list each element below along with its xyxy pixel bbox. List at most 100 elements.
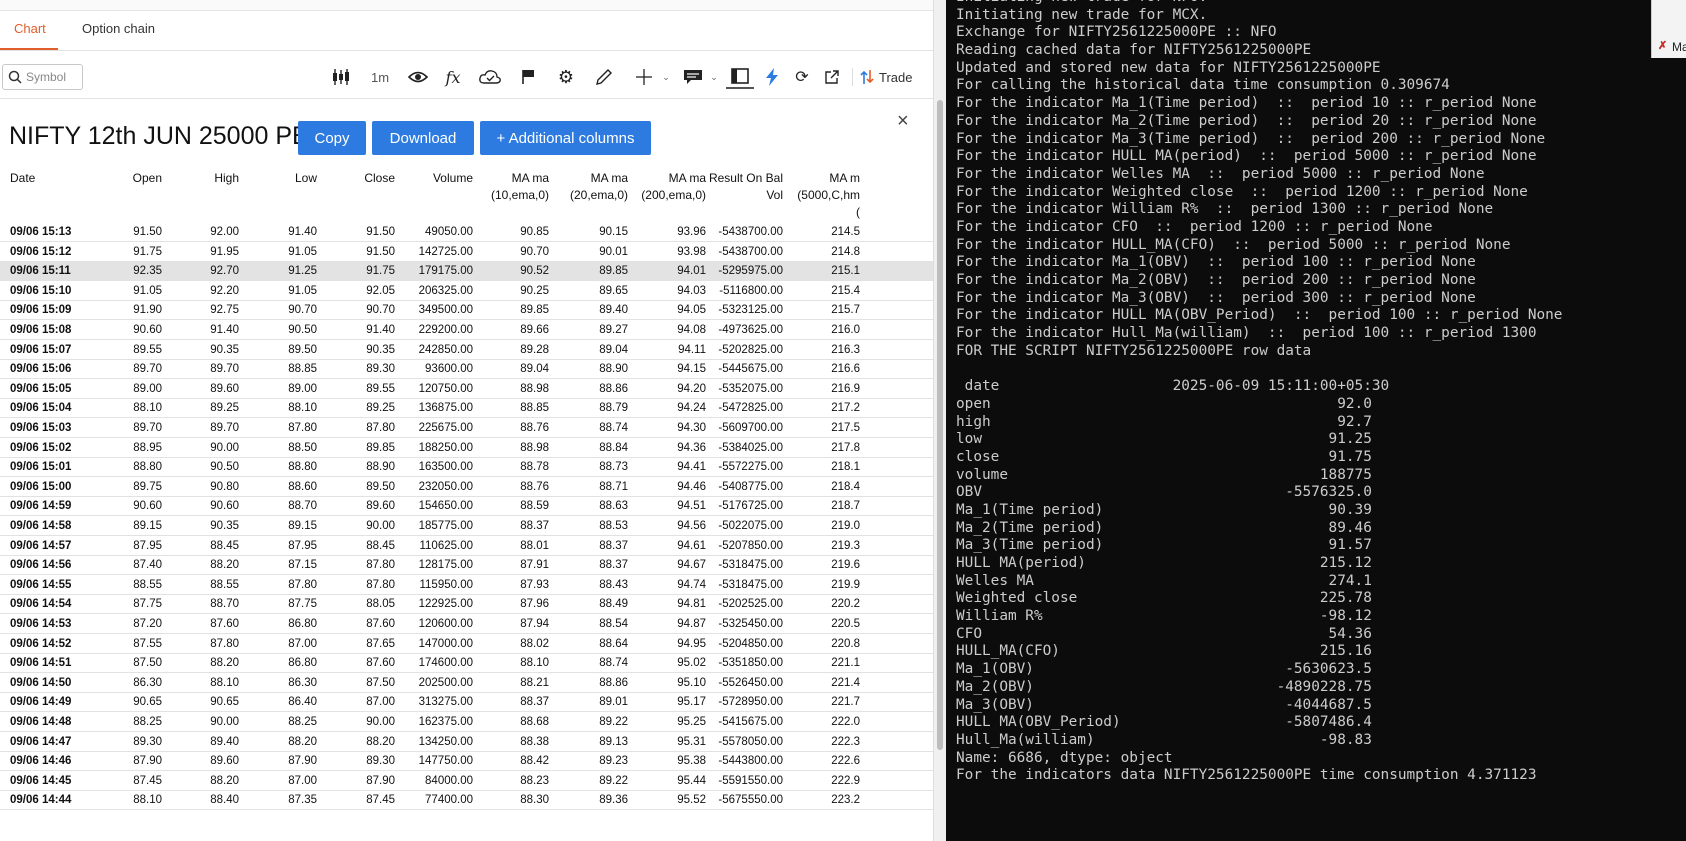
additional-columns-button[interactable]: + Additional columns xyxy=(480,121,651,155)
terminal-line: Initiating new trade for MCX. xyxy=(956,6,1208,23)
terminal-line: Ma_3(Time period) 91.57 xyxy=(956,537,1372,554)
column-header-line: Date xyxy=(10,171,36,185)
table-icon[interactable] xyxy=(726,65,754,89)
pane-splitter[interactable] xyxy=(933,0,946,841)
table-cell: 219.3 xyxy=(831,539,860,552)
table-row[interactable]: 09/06 14:56 87.40 88.20 87.15 87.80 128175.00… xyxy=(0,556,933,576)
toolbar-divider xyxy=(852,68,853,86)
table-cell: 216.0 xyxy=(831,324,860,336)
popout-icon[interactable] xyxy=(820,65,844,89)
terminal-line: HULL MA(period) 215.12 xyxy=(956,555,1372,571)
table-row[interactable]: 09/06 14:54 87.75 88.70 87.75 88.05 122925.00… xyxy=(0,595,933,615)
candles-icon[interactable] xyxy=(329,65,353,89)
table-row[interactable]: 09/06 14:51 87.50 88.20 86.80 87.60 174600.00… xyxy=(0,654,933,674)
bolt-icon[interactable] xyxy=(760,65,784,89)
terminal-line: For the indicator HULL MA(period) :: per… xyxy=(956,148,1537,165)
table-cell: 222.0 xyxy=(831,716,860,728)
table-row[interactable]: 09/06 14:48 88.25 90.00 88.25 90.00 162375.00… xyxy=(0,713,933,732)
table-row[interactable]: 09/06 14:46 87.90 89.60 87.90 89.30 147750.00… xyxy=(0,752,933,772)
symbol-input[interactable] xyxy=(26,68,81,86)
scrollbar-thumb[interactable] xyxy=(937,100,943,750)
table-row[interactable]: 09/06 15:06 89.70 89.70 88.85 89.30 93600.00 8… xyxy=(0,360,933,380)
terminal-line: Hull_Ma(william) -98.83 xyxy=(956,731,1372,748)
flag-icon[interactable] xyxy=(516,65,540,89)
terminal-line: CFO 54.36 xyxy=(956,625,1372,642)
table-row[interactable]: 09/06 14:55 88.55 88.55 87.80 87.80 115950.00… xyxy=(0,576,933,595)
terminal-line: Ma_3(OBV) -4044687.5 xyxy=(956,696,1372,713)
table-row[interactable]: 09/06 15:07 89.55 90.35 89.50 90.35 242850.00… xyxy=(0,341,933,360)
table-row[interactable]: 09/06 14:49 90.65 90.65 86.40 87.00 313275.00… xyxy=(0,693,933,713)
data-window-modal: NIFTY 12th JUN 25000 PE Copy Download + … xyxy=(0,100,933,841)
table-row[interactable]: 09/06 15:13 91.50 92.00 91.40 91.50 49050.00 9… xyxy=(0,223,933,242)
table-row[interactable]: 09/06 15:01 88.80 90.50 88.80 88.90 163500.00… xyxy=(0,458,933,478)
terminal-line: close 91.75 xyxy=(956,448,1372,465)
refresh-icon[interactable]: ⟳ xyxy=(790,65,814,89)
table-row[interactable]: 09/06 15:03 89.70 89.70 87.80 87.80 225675.00… xyxy=(0,419,933,438)
crosshair-icon[interactable] xyxy=(632,65,656,89)
terminal-line: OBV -5576325.0 xyxy=(956,484,1372,501)
terminal-output: Initiating new trade for NFO.Initiating … xyxy=(956,0,1562,784)
table-row[interactable]: 09/06 15:11 92.35 92.70 91.25 91.75 179175.00… xyxy=(0,262,933,282)
symbol-search[interactable] xyxy=(2,64,83,90)
table-row[interactable]: 09/06 15:12 91.75 91.95 91.05 91.50 142725.00… xyxy=(0,243,933,262)
chart-toolbar: 1m 𝑓x ⚙ ⌄ ⌄ xyxy=(0,54,940,99)
chat-icon[interactable] xyxy=(681,65,705,89)
terminal-line: For the indicator Weighted close :: peri… xyxy=(956,183,1528,200)
table-row[interactable]: 09/06 15:10 91.05 92.20 91.05 92.05 206325.00… xyxy=(0,282,933,301)
table-row[interactable]: 09/06 14:44 88.10 88.40 87.35 87.45 77400.00 8… xyxy=(0,791,933,811)
terminal-line: Reading cached data for NIFTY2561225000P… xyxy=(956,42,1312,59)
table-row[interactable]: 09/06 14:45 87.45 88.20 87.00 87.90 84000.00 8… xyxy=(0,772,933,791)
chevron-down-icon[interactable]: ⌄ xyxy=(661,65,671,89)
pencil-icon[interactable] xyxy=(592,65,616,89)
terminal-line: For the indicator HULL_MA(CFO) :: period… xyxy=(956,236,1511,253)
table-row[interactable]: 09/06 14:50 86.30 88.10 86.30 87.50 202500.00… xyxy=(0,674,933,693)
terminal-line: Ma_1(Time period) 90.39 xyxy=(956,501,1372,518)
table-cell: 220.8 xyxy=(831,637,860,650)
table-cell: 217.2 xyxy=(831,402,860,415)
table-row[interactable]: 09/06 14:47 89.30 89.40 88.20 88.20 134250.00… xyxy=(0,733,933,752)
terminal-line: Weighted close 225.78 xyxy=(956,590,1372,607)
terminal-line: high 92.7 xyxy=(956,413,1372,430)
terminal-line: For the indicator Hull_Ma(william) :: pe… xyxy=(956,325,1537,342)
table-row[interactable]: 09/06 14:57 87.95 88.45 87.95 88.45 110625.00… xyxy=(0,537,933,556)
terminal-line: For the indicator Ma_2(OBV) :: period 20… xyxy=(956,272,1476,288)
gear-icon[interactable]: ⚙ xyxy=(554,65,578,89)
table-row[interactable]: 09/06 15:04 88.10 89.25 88.10 89.25 136875.00… xyxy=(0,399,933,419)
taskbar-badge[interactable]: ✗ Ma xyxy=(1651,0,1686,58)
terminal-line: Welles MA 274.1 xyxy=(956,572,1372,589)
table-row[interactable]: 09/06 14:52 87.55 87.80 87.00 87.65 147000.00… xyxy=(0,635,933,654)
column-header[interactable]: MA m (5000,C,hm ( xyxy=(750,170,860,221)
alert-icon[interactable] xyxy=(478,65,502,89)
column-header-line: MA m xyxy=(829,171,860,185)
table-row[interactable]: 09/06 14:58 89.15 90.35 89.15 90.00 185775.00… xyxy=(0,517,933,536)
fx-icon[interactable]: 𝑓x xyxy=(441,65,465,89)
table-row[interactable]: 09/06 15:05 89.00 89.60 89.00 89.55 120750.00… xyxy=(0,380,933,399)
eye-icon[interactable] xyxy=(406,65,430,89)
trade-icon xyxy=(860,70,874,84)
tab-chart[interactable]: Chart xyxy=(14,21,46,36)
chevron-down-icon[interactable]: ⌄ xyxy=(709,65,719,89)
active-tab-indicator xyxy=(0,48,58,50)
terminal-line: Ma_2(OBV) -4890228.75 xyxy=(956,678,1372,695)
table-row[interactable]: 09/06 15:08 90.60 91.40 90.50 91.40 229200.00… xyxy=(0,321,933,340)
terminal-line: For calling the historical data time con… xyxy=(956,77,1450,94)
table-row[interactable]: 09/06 15:00 89.75 90.80 88.60 89.50 232050.00… xyxy=(0,478,933,497)
trade-label: Trade xyxy=(879,69,913,85)
column-header[interactable]: Date xyxy=(10,170,35,187)
table-row[interactable]: 09/06 15:02 88.95 90.00 88.50 89.85 188250.00… xyxy=(0,439,933,458)
trade-button[interactable]: Trade xyxy=(860,65,912,89)
table-cell: 215.4 xyxy=(831,284,860,297)
tab-option-chain[interactable]: Option chain xyxy=(82,21,155,36)
terminal-line: For the indicator CFO :: period 1200 :: … xyxy=(956,218,1433,235)
download-button[interactable]: Download xyxy=(372,121,474,155)
table-row[interactable]: 09/06 14:59 90.60 90.60 88.70 89.60 154650.00… xyxy=(0,497,933,517)
table-row[interactable]: 09/06 14:53 87.20 87.60 86.80 87.60 120600.00… xyxy=(0,615,933,634)
close-icon[interactable]: × xyxy=(897,110,909,133)
table-row[interactable]: 09/06 15:09 91.90 92.75 90.70 90.70 349500.00… xyxy=(0,301,933,321)
terminal-line: Exchange for NIFTY2561225000PE :: NFO xyxy=(956,24,1277,41)
terminal-line: For the indicators data NIFTY2561225000P… xyxy=(956,767,1537,784)
copy-button[interactable]: Copy xyxy=(298,121,366,155)
table-cell: 216.9 xyxy=(831,382,860,395)
interval-selector[interactable]: 1m xyxy=(371,65,389,89)
column-header-line: (5000,C,hm xyxy=(797,188,860,202)
